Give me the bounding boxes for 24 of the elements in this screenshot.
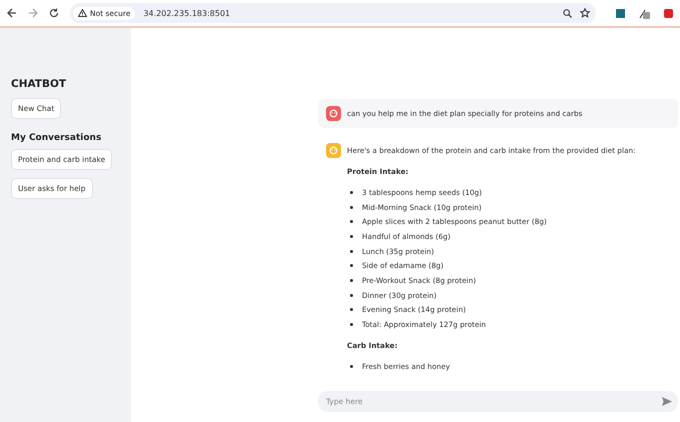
reload-icon[interactable] [49,8,59,18]
section-heading: My Conversations [11,133,102,143]
zoom-icon[interactable] [563,8,572,18]
bullet-icon [350,323,353,326]
bullet-icon [350,234,353,238]
bullet-icon [350,364,353,368]
bullet-icon [350,264,353,268]
bullet-icon [350,250,353,253]
sidebar-title: CHATBOT [11,78,66,90]
user-avatar-icon [326,106,341,121]
bullet-icon [350,278,353,282]
send-icon[interactable] [662,397,672,406]
extension-icon[interactable] [616,8,625,18]
bullet-icon [350,190,353,194]
url-text: 34.202.235.183:8501 [143,8,230,18]
warning-icon [78,9,87,17]
bullet-icon [350,294,353,297]
back-icon[interactable] [7,8,17,18]
bullet-icon [350,308,353,312]
bullet-icon [350,206,353,209]
bullet-icon [350,220,353,224]
extension-icon[interactable] [639,8,650,18]
bot-avatar-icon [326,143,341,158]
star-icon[interactable] [580,8,590,18]
